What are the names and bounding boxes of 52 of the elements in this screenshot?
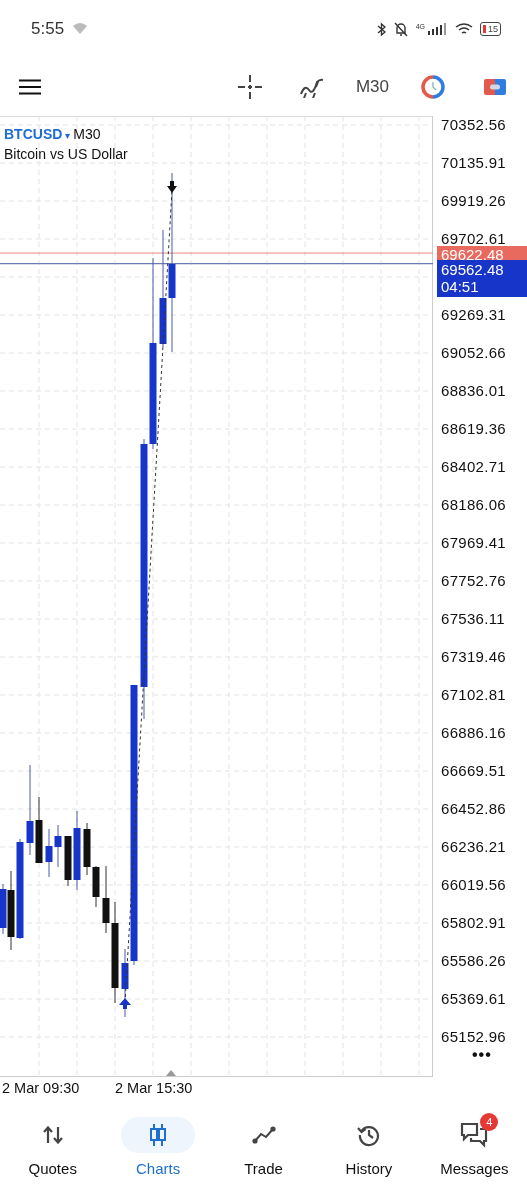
- toggle-icon: [483, 77, 507, 97]
- caret-icon[interactable]: ▾: [65, 130, 71, 141]
- price-label: 66669.51: [441, 762, 506, 780]
- bid-price: 69562.48: [441, 261, 505, 278]
- price-label: 68402.71: [441, 458, 506, 476]
- nav-tab[interactable]: Charts: [105, 1117, 211, 1177]
- scroll-marker-icon: [166, 1070, 176, 1076]
- price-label: 69702.61: [441, 230, 506, 248]
- wifi-icon: [455, 22, 473, 36]
- price-label: 69919.26: [441, 192, 506, 210]
- price-label: 70352.56: [441, 116, 506, 134]
- more-button[interactable]: •••: [472, 1046, 492, 1064]
- price-label: 68186.06: [441, 496, 506, 514]
- price-label: 70135.91: [441, 154, 506, 172]
- clock-time: 5:55: [31, 19, 65, 39]
- notification-badge: 4: [480, 1113, 499, 1131]
- price-label: 66886.16: [441, 724, 506, 742]
- timeframe-button[interactable]: M30: [355, 69, 389, 105]
- price-label: 67752.76: [441, 572, 506, 590]
- bar-countdown: 04:51: [441, 278, 480, 295]
- price-label: 66019.56: [441, 876, 506, 894]
- price-label: 65369.61: [441, 990, 506, 1008]
- price-label: 69269.31: [441, 306, 506, 324]
- price-label: 68836.01: [441, 382, 506, 400]
- nav-tab[interactable]: Trade: [210, 1117, 317, 1177]
- price-label: 69052.66: [441, 344, 506, 362]
- wave-line-icon: [299, 76, 324, 98]
- price-label: 68619.36: [441, 420, 506, 438]
- battery-icon: 15: [480, 22, 501, 36]
- price-label: 67319.46: [441, 648, 506, 666]
- timeframe-label: M30: [73, 126, 101, 142]
- price-label: 67969.41: [441, 534, 506, 552]
- line-chart-icon: [251, 1126, 276, 1144]
- symbol-name[interactable]: BTCUSD: [4, 126, 63, 142]
- price-label: 67102.81: [441, 686, 506, 704]
- time-label: 2 Mar 15:30: [115, 1079, 193, 1098]
- bluetooth-icon: [376, 21, 386, 37]
- menu-icon: [19, 79, 41, 95]
- nav-tab[interactable]: History: [316, 1117, 422, 1177]
- price-label: 66452.86: [441, 800, 506, 818]
- candlestick-icon: [149, 1124, 168, 1146]
- time-label: 2 Mar 09:30: [2, 1079, 80, 1098]
- price-label: 67536.11: [441, 610, 505, 628]
- price-label: 66236.21: [441, 838, 506, 856]
- price-label: 65802.91: [441, 914, 506, 932]
- nav-tab[interactable]: Quotes: [0, 1117, 106, 1177]
- up-down-arrows-icon: [42, 1126, 63, 1144]
- history-icon: [356, 1123, 381, 1147]
- symbol-description: Bitcoin vs US Dollar: [4, 145, 128, 163]
- price-label: 65586.26: [441, 952, 506, 970]
- price-label: 65152.96: [441, 1028, 506, 1046]
- muted-bell-icon: [392, 21, 409, 37]
